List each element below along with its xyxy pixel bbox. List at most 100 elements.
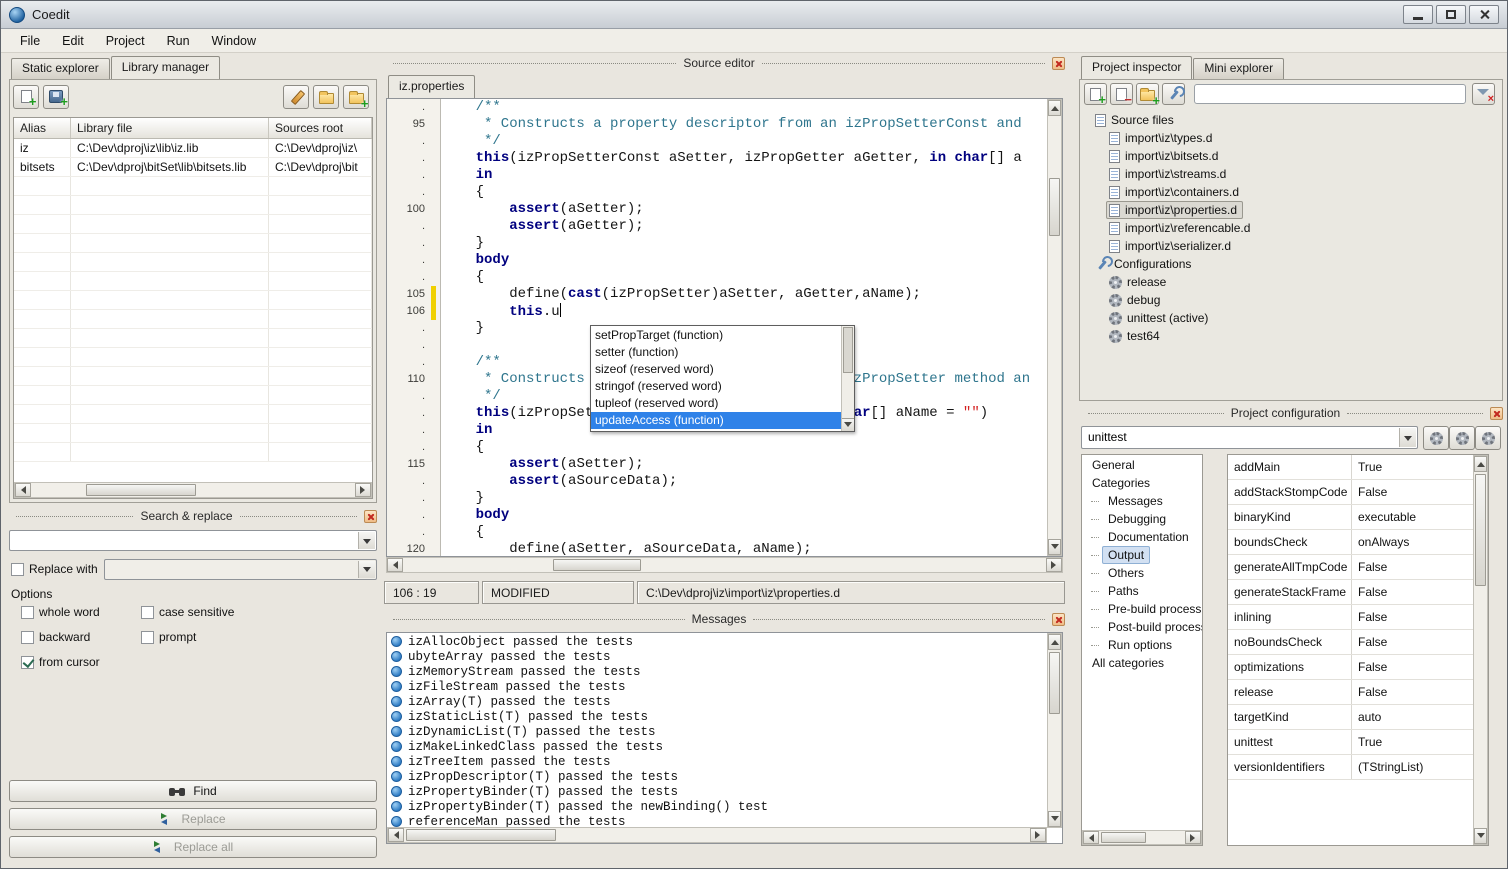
checkbox-from-cursor[interactable]: from cursor [21,655,141,669]
add-source-button[interactable] [1084,83,1107,105]
property-value[interactable]: False [1352,680,1473,704]
scroll-up-button[interactable] [1048,634,1061,650]
save-libraries-button[interactable] [43,85,69,109]
tree-item[interactable]: release [1082,273,1500,291]
table-row[interactable] [14,348,372,367]
completion-item[interactable]: updateAccess (function) [591,412,841,429]
scroll-track[interactable] [404,828,1030,842]
filter-button[interactable] [1472,83,1495,105]
messages-hscrollbar[interactable] [387,827,1047,843]
remove-config-button[interactable] [1475,426,1501,450]
replace-dropdown-button[interactable] [358,561,375,578]
message-row[interactable]: izAllocObject passed the tests [387,634,1047,649]
tree-item[interactable]: import\iz\referencable.d [1082,219,1500,237]
message-row[interactable]: izArray(T) passed the tests [387,694,1047,709]
checkbox-prompt[interactable]: prompt [141,630,373,644]
category-item[interactable]: Documentation [1082,528,1202,546]
configuration-dropdown-button[interactable] [1399,428,1416,447]
tab-project-inspector[interactable]: Project inspector [1081,56,1192,79]
table-row[interactable] [14,367,372,386]
edit-library-button[interactable] [283,85,309,109]
menu-run[interactable]: Run [156,31,201,51]
scroll-right-button[interactable] [1046,558,1062,572]
scroll-thumb[interactable] [1475,474,1486,586]
message-row[interactable]: izDynamicList(T) passed the tests [387,724,1047,739]
checkbox-whole-word[interactable]: whole word [21,605,141,619]
menu-edit[interactable]: Edit [51,31,95,51]
property-value[interactable]: False [1352,655,1473,679]
property-row[interactable]: boundsCheckonAlways [1228,530,1473,555]
tree-item[interactable]: import\iz\serializer.d [1082,237,1500,255]
property-row[interactable]: unittestTrue [1228,730,1473,755]
property-row[interactable]: binaryKindexecutable [1228,505,1473,530]
completion-item[interactable]: tupleof (reserved word) [591,395,841,412]
scroll-track[interactable] [1474,472,1487,828]
add-library-folder-button[interactable] [343,85,369,109]
property-row[interactable]: releaseFalse [1228,680,1473,705]
column-header[interactable]: Alias [14,118,71,138]
message-row[interactable]: referenceMan passed the tests [387,814,1047,828]
close-button[interactable] [1469,5,1499,24]
tab-library-manager[interactable]: Library manager [111,56,220,79]
tab-mini-explorer[interactable]: Mini explorer [1193,58,1284,79]
category-item[interactable]: Messages [1082,492,1202,510]
category-item[interactable]: Run options [1082,636,1202,654]
scroll-track[interactable] [403,558,1046,572]
configuration-combobox[interactable]: unittest [1081,426,1418,449]
property-row[interactable]: versionIdentifiers(TStringList) [1228,755,1473,780]
messages-close-button[interactable] [1052,613,1065,626]
checkbox-backward[interactable]: backward [21,630,141,644]
message-row[interactable]: izStaticList(T) passed the tests [387,709,1047,724]
scroll-left-button[interactable] [1083,831,1099,844]
table-row[interactable] [14,234,372,253]
property-row[interactable]: optimizationsFalse [1228,655,1473,680]
property-value[interactable]: False [1352,480,1473,504]
category-item[interactable]: Others [1082,564,1202,582]
table-row[interactable] [14,253,372,272]
message-row[interactable]: izPropertyBinder(T) passed the tests [387,784,1047,799]
message-row[interactable]: izMemoryStream passed the tests [387,664,1047,679]
scroll-thumb[interactable] [1049,652,1060,714]
scroll-track[interactable] [1048,650,1061,811]
scroll-thumb[interactable] [553,559,641,571]
scroll-thumb[interactable] [1049,178,1060,236]
messages-vscrollbar[interactable] [1047,633,1062,828]
property-row[interactable]: noBoundsCheckFalse [1228,630,1473,655]
table-row[interactable] [14,424,372,443]
message-row[interactable]: ubyteArray passed the tests [387,649,1047,664]
property-row[interactable]: generateStackFrameFalse [1228,580,1473,605]
grid-vscrollbar[interactable] [1473,455,1488,845]
category-item[interactable]: Paths [1082,582,1202,600]
search-close-button[interactable] [364,510,377,523]
table-row[interactable] [14,329,372,348]
find-button[interactable]: Find [9,780,377,802]
property-value[interactable]: executable [1352,505,1473,529]
scroll-left-button[interactable] [387,558,403,572]
tree-item[interactable]: Configurations [1082,255,1500,273]
completion-item[interactable]: sizeof (reserved word) [591,361,841,378]
scroll-thumb[interactable] [86,484,196,496]
scroll-track[interactable] [1099,831,1185,844]
table-row[interactable]: bitsetsC:\Dev\dproj\bitSet\lib\bitsets.l… [14,158,372,177]
message-row[interactable]: izMakeLinkedClass passed the tests [387,739,1047,754]
table-row[interactable] [14,310,372,329]
tree-item[interactable]: test64 [1082,327,1500,345]
editor-vscrollbar[interactable] [1047,99,1062,556]
property-row[interactable]: generateAllTmpCodeFalse [1228,555,1473,580]
category-item[interactable]: General [1082,456,1202,474]
remove-source-button[interactable] [1110,83,1133,105]
replace-all-button[interactable]: Replace all [9,836,377,858]
configuration-close-button[interactable] [1490,407,1503,420]
table-row[interactable] [14,177,372,196]
message-row[interactable]: izFileStream passed the tests [387,679,1047,694]
inspector-filter-input[interactable] [1194,84,1466,104]
table-row[interactable] [14,443,372,462]
scroll-left-button[interactable] [388,828,404,842]
menu-file[interactable]: File [9,31,51,51]
edit-config-button[interactable] [1423,426,1449,450]
search-dropdown-button[interactable] [358,532,375,549]
property-value[interactable]: (TStringList) [1352,755,1473,779]
menu-window[interactable]: Window [201,31,267,51]
property-row[interactable]: addMainTrue [1228,455,1473,480]
editor-hscrollbar[interactable] [386,557,1063,573]
